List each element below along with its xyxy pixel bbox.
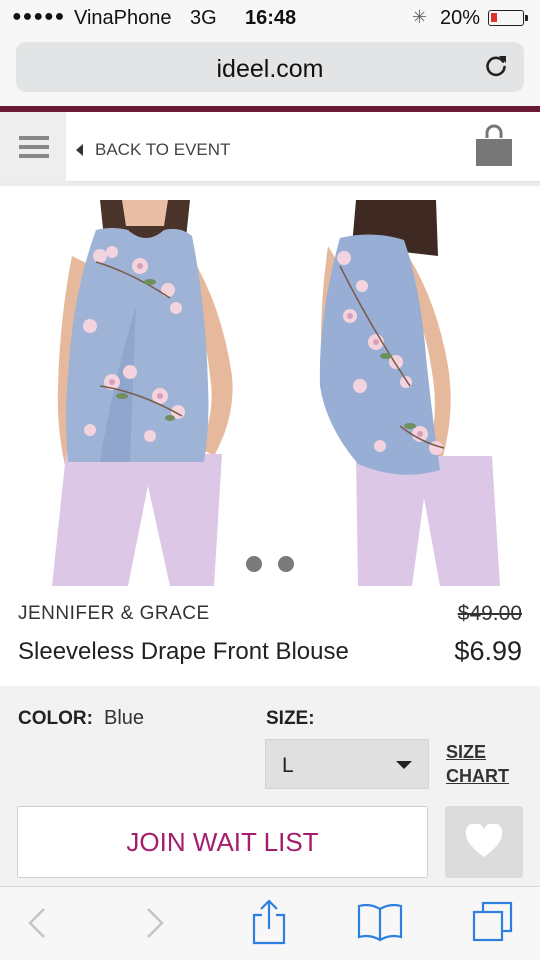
shopping-bag-icon[interactable] xyxy=(474,124,514,168)
reload-icon[interactable] xyxy=(482,52,510,80)
signal-strength: ●●●●● xyxy=(12,8,66,25)
size-chart-link[interactable]: SIZE CHART xyxy=(446,740,509,788)
gallery-dot-1[interactable] xyxy=(246,556,262,572)
tabs-icon[interactable] xyxy=(470,899,516,945)
back-icon[interactable] xyxy=(24,903,50,943)
status-bar: ●●●●● VinaPhone 3G 16:48 ✳ 20% xyxy=(0,0,540,36)
bookmarks-icon[interactable] xyxy=(356,901,404,943)
size-label: SIZE: xyxy=(266,708,315,729)
favorite-button[interactable] xyxy=(445,806,523,878)
gallery-pager xyxy=(0,556,540,572)
product-brand: JENNIFER & GRACE xyxy=(18,603,210,624)
share-icon[interactable] xyxy=(250,897,288,947)
browser-toolbar xyxy=(0,886,540,960)
size-select[interactable]: L xyxy=(265,739,429,789)
hamburger-icon xyxy=(19,136,49,140)
product-photo-front xyxy=(52,200,233,586)
color-label: COLOR: xyxy=(18,708,93,729)
product-title: Sleeveless Drape Front Blouse xyxy=(18,638,349,665)
join-wait-list-button[interactable]: JOIN WAIT LIST xyxy=(17,806,428,878)
hamburger-icon-bar xyxy=(19,145,49,149)
product-photos xyxy=(52,200,500,586)
browser-address-area: ideel.com xyxy=(0,36,540,106)
battery-percent: 20% xyxy=(440,7,481,29)
gallery-dot-2[interactable] xyxy=(278,556,294,572)
activity-spinner-icon: ✳ xyxy=(412,7,428,27)
hamburger-icon-bar xyxy=(19,154,49,158)
back-arrow-icon xyxy=(76,144,83,156)
url-text[interactable]: ideel.com xyxy=(16,55,524,84)
heart-icon xyxy=(465,824,503,857)
original-price: $49.00 xyxy=(457,602,522,625)
product-photo-back xyxy=(319,200,500,586)
sale-price: $6.99 xyxy=(454,636,522,666)
back-to-event-link[interactable]: BACK TO EVENT xyxy=(76,140,230,160)
status-time: 16:48 xyxy=(245,7,297,29)
product-options-panel: COLOR: Blue SIZE: L SIZE CHART JOIN WAIT… xyxy=(0,686,540,886)
chevron-down-icon xyxy=(396,761,412,769)
network-type: 3G xyxy=(190,7,217,29)
carrier-name: VinaPhone xyxy=(74,7,172,29)
forward-icon[interactable] xyxy=(142,903,168,943)
size-chart-line-2: CHART xyxy=(446,766,509,786)
size-chart-line-1: SIZE xyxy=(446,742,487,762)
battery-icon xyxy=(488,10,528,26)
color-value: Blue xyxy=(104,707,145,729)
size-selected-value: L xyxy=(282,754,294,777)
site-header: BACK TO EVENT xyxy=(0,112,540,182)
battery-level xyxy=(491,13,497,22)
product-image-gallery[interactable] xyxy=(0,186,540,586)
address-bar[interactable]: ideel.com xyxy=(16,42,524,92)
back-to-event-label: BACK TO EVENT xyxy=(95,140,231,159)
menu-button[interactable] xyxy=(0,112,66,182)
